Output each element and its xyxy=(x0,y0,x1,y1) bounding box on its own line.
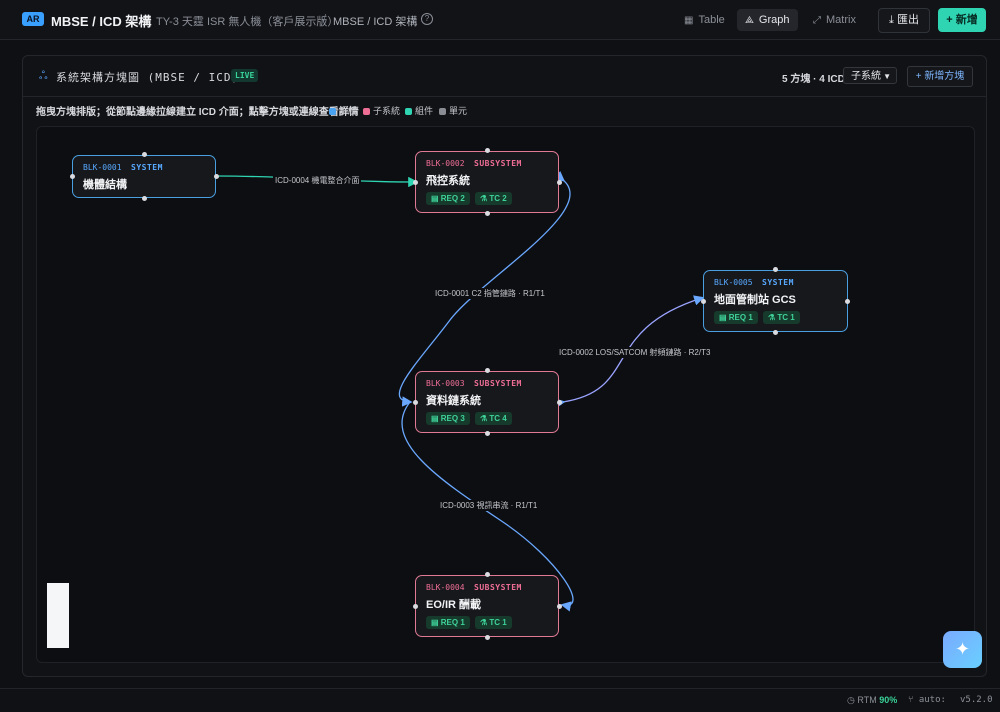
port-left[interactable] xyxy=(70,174,75,179)
block-blk-0001[interactable]: BLK-0001 SYSTEM 機體結構 xyxy=(72,155,216,198)
flask-icon: ⚗ xyxy=(768,313,778,322)
port-right[interactable] xyxy=(557,400,562,405)
rtm-value: 90% xyxy=(879,695,898,705)
document-icon: ▤ xyxy=(719,313,729,322)
branch-icon: ⑂ xyxy=(908,695,919,705)
block-type: SUBSYSTEM xyxy=(474,583,522,592)
port-right[interactable] xyxy=(557,604,562,609)
req-chip[interactable]: ▤ REQ 1 xyxy=(714,311,758,324)
block-blk-0003[interactable]: BLK-0003 SUBSYSTEM 資料鏈系統 ▤ REQ 3 ⚗ TC 4 xyxy=(415,371,559,433)
tc-count: TC 1 xyxy=(777,313,795,322)
block-name: EO/IR 酬載 xyxy=(426,599,482,611)
port-top[interactable] xyxy=(485,368,490,373)
port-top[interactable] xyxy=(485,148,490,153)
port-right[interactable] xyxy=(214,174,219,179)
block-id: BLK-0004 xyxy=(426,583,465,592)
block-id: BLK-0005 xyxy=(714,278,753,287)
block-blk-0002[interactable]: BLK-0002 SUBSYSTEM 飛控系統 ▤ REQ 2 ⚗ TC 2 xyxy=(415,151,559,213)
req-count: REQ 1 xyxy=(440,618,465,627)
req-count: REQ 2 xyxy=(440,194,465,203)
port-top[interactable] xyxy=(142,152,147,157)
block-type: SYSTEM xyxy=(131,163,163,172)
block-name: 飛控系統 xyxy=(426,175,470,187)
tc-count: TC 1 xyxy=(489,618,507,627)
tc-chip[interactable]: ⚗ TC 4 xyxy=(475,412,512,425)
auto-status: ⑂ auto: xyxy=(908,695,946,705)
auto-label: auto: xyxy=(918,695,946,705)
port-left[interactable] xyxy=(413,604,418,609)
req-chip[interactable]: ▤ REQ 1 xyxy=(426,616,470,629)
block-blk-0005[interactable]: BLK-0005 SYSTEM 地面管制站 GCS ▤ REQ 1 ⚗ TC 1 xyxy=(703,270,848,332)
document-icon: ▤ xyxy=(431,194,441,203)
port-bottom[interactable] xyxy=(485,431,490,436)
block-type: SYSTEM xyxy=(762,278,794,287)
port-right[interactable] xyxy=(557,180,562,185)
edge-label-icd-0002[interactable]: ICD-0002 LOS/SATCOM 射頻鏈路 · R2/T3 xyxy=(557,347,713,358)
port-left[interactable] xyxy=(413,180,418,185)
port-left[interactable] xyxy=(413,400,418,405)
port-top[interactable] xyxy=(773,267,778,272)
flask-icon: ⚗ xyxy=(480,414,490,423)
minimap-placeholder[interactable] xyxy=(47,583,69,648)
tc-chip[interactable]: ⚗ TC 1 xyxy=(763,311,800,324)
rtm-label: RTM xyxy=(857,695,877,705)
port-right[interactable] xyxy=(845,299,850,304)
tc-chip[interactable]: ⚗ TC 1 xyxy=(475,616,512,629)
ai-assistant-button[interactable]: ✦ xyxy=(943,631,982,668)
status-bar: ◷ RTM 90% ⑂ auto: v5.2.0 xyxy=(0,688,1000,712)
port-bottom[interactable] xyxy=(485,635,490,640)
block-blk-0004[interactable]: BLK-0004 SUBSYSTEM EO/IR 酬載 ▤ REQ 1 ⚗ TC… xyxy=(415,575,559,637)
block-id: BLK-0003 xyxy=(426,379,465,388)
rtm-status: ◷ RTM 90% xyxy=(847,695,897,706)
edge-label-icd-0004[interactable]: ICD-0004 機電整合介面 xyxy=(273,175,362,186)
version: v5.2.0 xyxy=(960,695,993,705)
document-icon: ▤ xyxy=(431,618,441,627)
req-chip[interactable]: ▤ REQ 2 xyxy=(426,192,470,205)
sparkle-icon: ✦ xyxy=(954,639,971,659)
tc-count: TC 2 xyxy=(489,194,507,203)
flask-icon: ⚗ xyxy=(480,618,490,627)
flask-icon: ⚗ xyxy=(480,194,490,203)
req-chip[interactable]: ▤ REQ 3 xyxy=(426,412,470,425)
req-count: REQ 1 xyxy=(728,313,753,322)
port-bottom[interactable] xyxy=(485,211,490,216)
port-bottom[interactable] xyxy=(142,196,147,201)
document-icon: ▤ xyxy=(431,414,441,423)
block-name: 地面管制站 GCS xyxy=(714,294,796,306)
block-type: SUBSYSTEM xyxy=(474,379,522,388)
port-left[interactable] xyxy=(701,299,706,304)
edge-label-icd-0001[interactable]: ICD-0001 C2 指管鏈路 · R1/T1 xyxy=(433,288,547,299)
port-bottom[interactable] xyxy=(773,330,778,335)
tc-count: TC 4 xyxy=(489,414,507,423)
block-name: 資料鏈系統 xyxy=(426,395,481,407)
edge-label-icd-0003[interactable]: ICD-0003 視訊串流 · R1/T1 xyxy=(438,500,540,511)
req-count: REQ 3 xyxy=(440,414,465,423)
block-id: BLK-0002 xyxy=(426,159,465,168)
clock-icon: ◷ xyxy=(847,695,858,705)
port-top[interactable] xyxy=(485,572,490,577)
block-name: 機體結構 xyxy=(83,179,127,191)
block-type: SUBSYSTEM xyxy=(474,159,522,168)
block-id: BLK-0001 xyxy=(83,163,122,172)
tc-chip[interactable]: ⚗ TC 2 xyxy=(475,192,512,205)
